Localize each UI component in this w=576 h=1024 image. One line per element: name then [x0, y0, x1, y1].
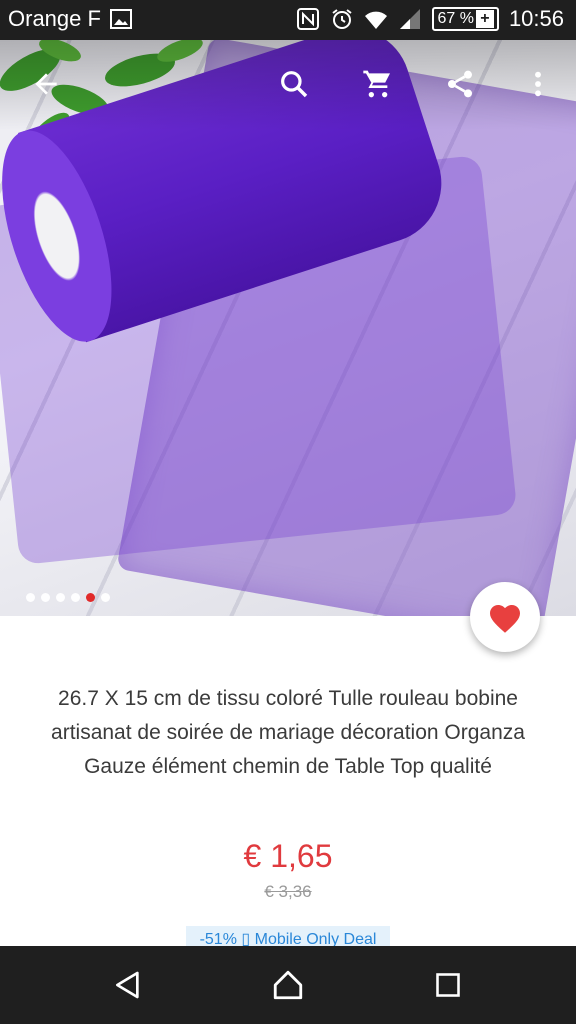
heart-icon: [490, 605, 520, 633]
nav-recents-button[interactable]: [418, 960, 478, 1010]
nav-back-button[interactable]: [98, 960, 158, 1010]
carousel-dot[interactable]: [101, 593, 110, 602]
more-vert-icon: [535, 71, 541, 97]
status-bar: Orange F 67 % + 10:56: [0, 0, 576, 40]
carrier-label: Orange F: [8, 6, 101, 31]
battery-indicator: 67 % +: [432, 7, 499, 31]
current-price: € 1,65: [243, 838, 333, 874]
share-icon: [448, 70, 472, 98]
battery-level: 67 %: [437, 10, 474, 27]
cart-icon: [363, 70, 390, 98]
carousel-dot[interactable]: [26, 593, 35, 602]
carousel-dot[interactable]: [41, 593, 50, 602]
battery-charging-icon: +: [475, 10, 494, 28]
more-options-button[interactable]: [514, 60, 562, 108]
nav-recents-icon: [436, 973, 460, 997]
share-button[interactable]: [436, 60, 484, 108]
carousel-dot[interactable]: [71, 593, 80, 602]
carousel-dot[interactable]: [86, 593, 95, 602]
search-icon: [281, 71, 308, 98]
navigation-bar: [0, 946, 576, 1024]
product-title: 26.7 X 15 cm de tissu coloré Tulle roule…: [51, 687, 525, 778]
carousel-dot[interactable]: [56, 593, 65, 602]
nav-home-button[interactable]: [258, 960, 318, 1010]
search-button[interactable]: [270, 60, 318, 108]
wifi-icon: [365, 11, 388, 29]
carousel-indicator[interactable]: [26, 593, 110, 602]
signal-icon: [400, 9, 421, 29]
nav-back-icon: [116, 971, 139, 999]
back-arrow-icon: [35, 73, 57, 95]
original-price: € 3,36: [264, 882, 312, 901]
nav-home-icon: [273, 970, 303, 1000]
back-button[interactable]: [22, 60, 70, 108]
alarm-icon: [332, 9, 353, 29]
image-icon: [109, 9, 132, 29]
clock: 10:56: [508, 6, 564, 31]
wishlist-button[interactable]: [470, 582, 540, 652]
cart-button[interactable]: [354, 60, 402, 108]
nfc-icon: [297, 8, 320, 30]
